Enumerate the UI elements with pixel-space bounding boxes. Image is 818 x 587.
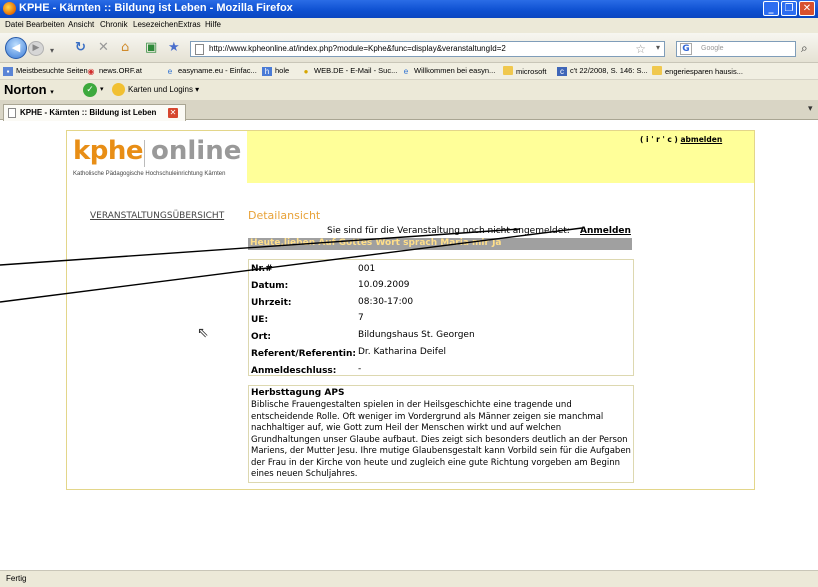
detail-value: 08:30-17:00: [358, 297, 414, 307]
logout-link[interactable]: abmelden: [680, 135, 722, 144]
tab-list-icon[interactable]: ▾: [808, 104, 813, 114]
menu-chronik[interactable]: Chronik: [100, 20, 128, 29]
logo-kphe[interactable]: kphe: [73, 136, 144, 166]
detail-label: UE:: [251, 315, 269, 325]
firefox-icon: [3, 2, 16, 15]
detail-value: 10.09.2009: [358, 280, 410, 290]
registration-notice: Sie sind für die Veranstaltung noch nich…: [327, 226, 570, 236]
detail-value: -: [358, 364, 362, 374]
bookmark-item[interactable]: e Willkommen bei easyn...: [401, 66, 496, 76]
identity-safe-icon: [112, 83, 125, 96]
bookmark-item[interactable]: microsoft: [503, 66, 546, 76]
description-title: Herbsttagung APS: [251, 388, 345, 398]
logo-subtitle: Katholische Pädagogische Hochschuleinric…: [73, 171, 226, 177]
detail-label: Datum:: [251, 281, 289, 291]
webde-icon: ●: [303, 67, 309, 76]
norton-menu[interactable]: Norton ▾: [4, 82, 54, 97]
search-icon[interactable]: ⌕: [801, 41, 808, 56]
page-icon: [195, 44, 204, 55]
menu-bar: Datei Bearbeiten Ansicht Chronik Lesezei…: [0, 18, 818, 33]
detail-value: Dr. Katharina Deifel: [358, 347, 446, 357]
menu-hilfe[interactable]: Hilfe: [205, 20, 221, 29]
menu-datei[interactable]: Datei: [5, 20, 24, 29]
ct-icon: c: [557, 67, 567, 76]
mouse-cursor-icon: ⇖: [197, 325, 209, 341]
chart-icon: ▪: [3, 67, 13, 76]
menu-ansicht[interactable]: Ansicht: [68, 20, 94, 29]
google-icon[interactable]: G: [680, 43, 692, 55]
bookmark-item[interactable]: h hole: [262, 66, 289, 76]
norton-check-icon[interactable]: ✓: [83, 83, 97, 97]
bookmark-item[interactable]: ● WEB.DE - E-Mail - Suc...: [301, 66, 398, 76]
hole-icon: h: [262, 67, 272, 76]
orf-icon: ◉: [87, 67, 95, 76]
title-bar: KPHE - Kärnten :: Bildung ist Leben - Mo…: [0, 0, 818, 18]
logo-online[interactable]: online: [151, 136, 241, 166]
norton-toolbar: Norton ▾ ✓ ▾ Karten und Logins ▾: [0, 80, 818, 100]
event-title: Heute,lieben Auf Gottes Wort sprach Mari…: [250, 238, 502, 248]
nav-overview-link[interactable]: VERANSTALTUNGSÜBERSICHT: [90, 211, 224, 221]
description-text: Biblische Frauengestalten spielen in der…: [251, 400, 631, 479]
history-dropdown-icon[interactable]: ▾: [50, 44, 54, 58]
detail-label: Ort:: [251, 332, 271, 342]
ie-icon: e: [403, 67, 409, 76]
window-title: KPHE - Kärnten :: Bildung ist Leben - Mo…: [19, 2, 293, 14]
status-text: Fertig: [6, 574, 27, 583]
search-input[interactable]: G Google: [676, 41, 796, 57]
menu-lesezeichen[interactable]: Lesezeichen: [133, 20, 178, 29]
forward-button[interactable]: ▶: [28, 41, 44, 56]
user-name: ( i ' r ' c ): [640, 135, 678, 144]
bookmark-item[interactable]: e easyname.eu - Einfac...: [165, 66, 257, 76]
menu-extras[interactable]: Extras: [178, 20, 201, 29]
close-tab-icon[interactable]: ✕: [168, 108, 178, 118]
folder-icon: [652, 66, 662, 75]
folder-icon: [503, 66, 513, 75]
detail-label: Uhrzeit:: [251, 298, 292, 308]
user-info: ( i ' r ' c ) abmelden: [640, 135, 722, 144]
search-placeholder: Google: [701, 45, 724, 52]
karten-logins-button[interactable]: Karten und Logins ▾: [112, 83, 199, 96]
ie-icon: e: [167, 67, 173, 76]
home-icon[interactable]: ⌂: [121, 41, 129, 55]
detail-value: 001: [358, 264, 376, 274]
detail-value: Bildungshaus St. Georgen: [358, 330, 475, 340]
status-bar: Fertig: [0, 570, 818, 587]
bookmark-item[interactable]: ▪ Meistbesuchte Seiten: [3, 66, 88, 76]
url-text[interactable]: http://www.kpheonline.at/index.php?modul…: [209, 44, 506, 53]
bookmarks-bar: ▪ Meistbesuchte Seiten ◉ news.ORF.at e easy…: [0, 63, 818, 80]
minimize-button[interactable]: _: [763, 1, 779, 16]
downloads-icon[interactable]: ▣: [145, 41, 157, 55]
bookmark-item[interactable]: ◉ news.ORF.at: [86, 66, 142, 76]
register-link[interactable]: Anmelden: [580, 226, 631, 236]
tab-title: KPHE - Kärnten :: Bildung ist Leben: [20, 108, 157, 117]
bookmark-item[interactable]: engeriesparen hausis...: [652, 66, 743, 76]
bookmark-star-icon[interactable]: ★: [168, 41, 180, 55]
close-button[interactable]: ✕: [799, 1, 815, 16]
stop-icon[interactable]: ✕: [98, 41, 109, 55]
back-button[interactable]: ◀: [5, 37, 27, 59]
detail-label: Anmeldeschluss:: [251, 366, 337, 376]
page-icon: [8, 108, 16, 118]
logo-divider: [144, 140, 145, 167]
detail-value: 7: [358, 313, 364, 323]
bookmark-item[interactable]: c c't 22/2008, S. 146: S...: [557, 66, 648, 76]
detail-label: Referent/Referentin:: [251, 349, 356, 359]
detail-heading: Detailansicht: [248, 209, 321, 222]
chevron-down-icon[interactable]: ▾: [100, 85, 104, 93]
detail-label: Nr.#: [251, 264, 273, 274]
url-dropdown-icon[interactable]: ▾: [656, 43, 660, 52]
star-icon[interactable]: ☆: [635, 42, 646, 56]
navigation-toolbar: ◀ ▶ ▾ ↻ ✕ ⌂ ▣ ★ http://www.kpheonline.at…: [0, 33, 818, 63]
reload-icon[interactable]: ↻: [75, 41, 86, 55]
maximize-button[interactable]: ❐: [781, 1, 797, 16]
tab-kphe[interactable]: KPHE - Kärnten :: Bildung ist Leben ✕: [3, 104, 186, 121]
menu-bearbeiten[interactable]: Bearbeiten: [26, 20, 65, 29]
url-bar[interactable]: http://www.kpheonline.at/index.php?modul…: [190, 41, 665, 57]
